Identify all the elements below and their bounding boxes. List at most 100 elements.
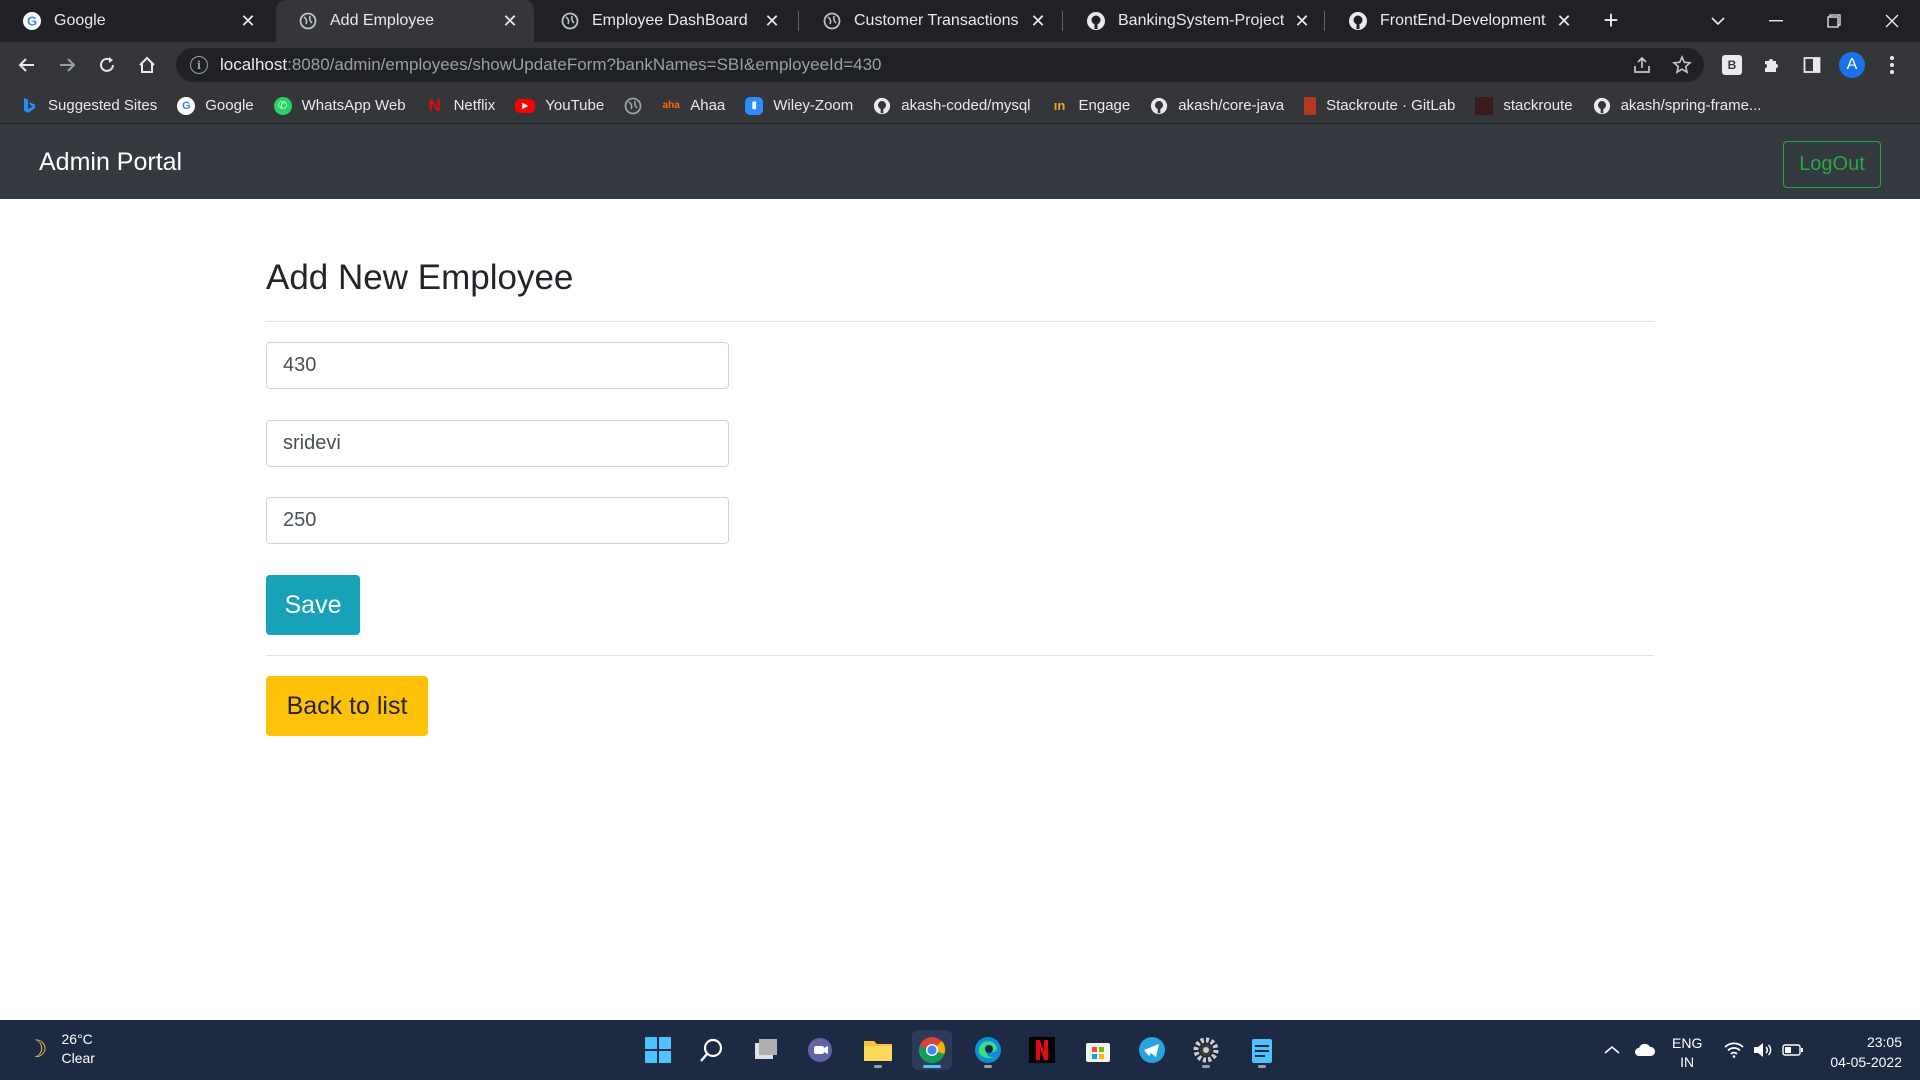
telegram-icon[interactable]: [1132, 1030, 1172, 1070]
battery-icon[interactable]: [1782, 1020, 1804, 1080]
tab-title: BankingSystem-Project/list: [1118, 12, 1284, 29]
back-to-list-button[interactable]: Back to list: [266, 676, 428, 736]
tab-close-icon[interactable]: ✕: [238, 11, 258, 31]
close-window-button[interactable]: [1864, 0, 1920, 42]
divider: [266, 655, 1654, 656]
reload-icon[interactable]: [93, 51, 121, 79]
bookmark-ahaa[interactable]: aha Ahaa: [662, 97, 726, 115]
windows-taskbar: ☽ 26°C Clear ENG IN 23:05 04-05-2022: [0, 1020, 1920, 1080]
system-clock[interactable]: 23:05 04-05-2022: [1822, 1032, 1902, 1072]
employee-id-field[interactable]: [266, 342, 729, 389]
bookmark-stackroute-gitlab[interactable]: Stackroute · GitLab: [1304, 96, 1455, 115]
bookmark-google[interactable]: G Google: [177, 96, 254, 115]
address-bar[interactable]: i localhost:8080/admin/employees/showUpd…: [176, 48, 1704, 82]
extension-b-icon[interactable]: B: [1719, 52, 1745, 78]
notepad-icon[interactable]: [1242, 1030, 1282, 1070]
running-indicator: [1202, 1065, 1210, 1068]
bookmark-akash-mysql[interactable]: akash-coded/mysql: [873, 97, 1031, 115]
tab-employee-dashboard[interactable]: Employee DashBoard ✕: [538, 0, 796, 42]
bookmark-engage[interactable]: ın Engage: [1051, 97, 1131, 115]
github-icon: [1593, 97, 1611, 115]
weather-temp: 26°C: [61, 1031, 93, 1047]
gitlab-icon: [1304, 96, 1317, 115]
tab-customer-transactions[interactable]: Customer Transactions ✕: [800, 0, 1062, 42]
browser-tab-strip: G Google ✕ Add Employee ✕ Employee DashB…: [0, 0, 1920, 42]
chrome-icon[interactable]: [912, 1030, 952, 1070]
tab-title: FrontEnd-Development/bo: [1380, 12, 1546, 29]
tray-overflow-chevron-icon[interactable]: [1604, 1020, 1620, 1080]
tab-banking-system-project[interactable]: BankingSystem-Project/list ✕: [1064, 0, 1326, 42]
onedrive-cloud-icon[interactable]: [1634, 1020, 1656, 1080]
restore-button[interactable]: [1806, 0, 1862, 42]
share-icon[interactable]: [1632, 48, 1652, 82]
volume-icon[interactable]: [1753, 1020, 1773, 1080]
weather-widget[interactable]: ☽ 26°C Clear: [26, 1030, 95, 1068]
running-indicator: [874, 1065, 882, 1068]
minimize-button[interactable]: [1748, 0, 1804, 42]
bookmark-suggested-sites[interactable]: Suggested Sites: [20, 97, 157, 115]
google-icon: G: [22, 11, 42, 31]
browser-toolbar: i localhost:8080/admin/employees/showUpd…: [0, 42, 1920, 88]
tab-close-icon[interactable]: ✕: [1554, 11, 1574, 31]
github-icon: [1348, 11, 1368, 31]
settings-gear-icon[interactable]: [1186, 1030, 1226, 1070]
tab-google[interactable]: G Google ✕: [0, 0, 272, 42]
bookmark-akash-spring[interactable]: akash/spring-frame...: [1593, 97, 1761, 115]
menu-kebab-icon[interactable]: [1879, 52, 1905, 78]
tab-add-employee[interactable]: Add Employee ✕: [276, 0, 534, 42]
globe-icon: [822, 11, 842, 31]
netflix-icon: N: [428, 95, 441, 115]
teams-chat-icon[interactable]: [800, 1030, 840, 1070]
globe-icon: [560, 11, 580, 31]
edge-icon[interactable]: [968, 1030, 1008, 1070]
bookmark-youtube[interactable]: ▶ YouTube: [515, 97, 604, 114]
home-icon[interactable]: [133, 51, 161, 79]
tab-title: Google: [54, 12, 106, 29]
logout-button[interactable]: LogOut: [1783, 141, 1881, 188]
microsoft-store-icon[interactable]: [1078, 1030, 1118, 1070]
bookmark-stackroute[interactable]: stackroute: [1475, 96, 1573, 115]
back-arrow-icon[interactable]: [13, 51, 41, 79]
stackroute-icon: [1475, 96, 1494, 115]
tab-search-button[interactable]: [1690, 0, 1746, 42]
forward-arrow-icon[interactable]: [53, 51, 81, 79]
search-icon[interactable]: [692, 1030, 732, 1070]
start-windows-icon[interactable]: [638, 1030, 678, 1070]
amount-field[interactable]: [266, 497, 729, 544]
file-explorer-icon[interactable]: [858, 1030, 898, 1070]
extensions-puzzle-icon[interactable]: [1759, 52, 1785, 78]
clock-date: 04-05-2022: [1830, 1054, 1902, 1070]
brand-link[interactable]: Admin Portal: [39, 148, 182, 177]
task-view-icon[interactable]: [746, 1030, 786, 1070]
tab-close-icon[interactable]: ✕: [1292, 11, 1312, 31]
globe-icon: [624, 97, 642, 115]
language-indicator[interactable]: ENG IN: [1672, 1034, 1702, 1072]
github-icon: [1150, 97, 1168, 115]
svg-text:G: G: [27, 14, 37, 29]
github-icon: [873, 97, 891, 115]
tab-close-icon[interactable]: ✕: [1028, 11, 1048, 31]
bookmark-wiley-zoom[interactable]: ▮ Wiley-Zoom: [745, 96, 853, 115]
tab-close-icon[interactable]: ✕: [762, 11, 782, 31]
bookmark-netflix[interactable]: N Netflix: [426, 95, 495, 115]
bookmark-star-icon[interactable]: [1672, 48, 1692, 82]
running-indicator: [923, 1065, 941, 1068]
new-tab-button[interactable]: +: [1598, 7, 1624, 34]
tab-close-icon[interactable]: ✕: [500, 11, 520, 31]
globe-icon: [298, 11, 318, 31]
bookmark-whatsapp[interactable]: ✆ WhatsApp Web: [273, 96, 406, 115]
profile-avatar[interactable]: A: [1839, 52, 1865, 78]
save-button[interactable]: Save: [266, 575, 360, 635]
site-info-icon[interactable]: i: [190, 56, 208, 74]
wifi-icon[interactable]: [1724, 1020, 1744, 1080]
tab-frontend-development[interactable]: FrontEnd-Development/bo ✕: [1326, 0, 1588, 42]
netflix-icon[interactable]: [1022, 1030, 1062, 1070]
side-panel-icon[interactable]: [1799, 52, 1825, 78]
bookmark-globe[interactable]: [624, 97, 642, 115]
app-navbar: Admin Portal: [0, 124, 1920, 199]
bookmark-akash-core-java[interactable]: akash/core-java: [1150, 97, 1284, 115]
engage-icon: ın: [1053, 98, 1066, 113]
employee-name-field[interactable]: [266, 420, 729, 467]
youtube-icon: ▶: [515, 98, 536, 113]
url-text: localhost:8080/admin/employees/showUpdat…: [220, 55, 882, 74]
